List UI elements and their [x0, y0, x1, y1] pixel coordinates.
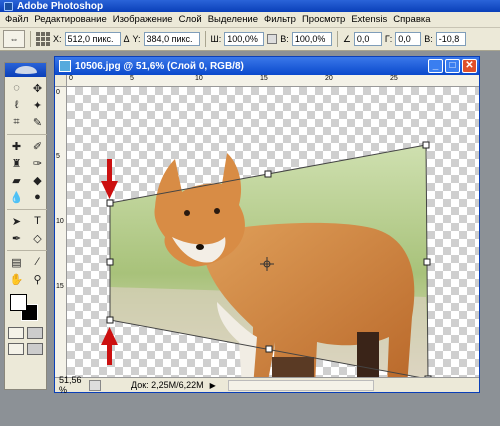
skew-v-label: В: [424, 34, 433, 44]
dodge-tool-icon[interactable]: ● [28, 189, 47, 205]
document-window: 10506.jpg @ 51,6% (Слой 0, RGB/8) _ □ ✕ … [54, 56, 480, 395]
height-label: В: [280, 34, 289, 44]
menu-bar: Файл Редактирование Изображение Слой Выд… [0, 12, 500, 28]
photoshop-feather-icon [14, 66, 37, 74]
divider [7, 131, 47, 135]
ruler-tick-label: 15 [56, 283, 64, 290]
width-label: Ш: [210, 34, 222, 44]
eraser-tool-icon[interactable]: ▰ [7, 172, 26, 188]
zoom-tool-icon[interactable]: ⚲ [28, 271, 47, 287]
ruler-tick-label: 10 [195, 75, 203, 82]
shape-tool-icon[interactable]: ◇ [28, 230, 47, 246]
crop-tool-icon[interactable]: ⌗ [7, 114, 26, 130]
paint-bucket-tool-icon[interactable]: ◆ [28, 172, 47, 188]
menu-image[interactable]: Изображение [110, 14, 176, 25]
divider [204, 31, 206, 47]
minimize-button[interactable]: _ [428, 59, 443, 73]
options-bar: ⇔ X: 512,0 пикс. Δ Y: 384,0 пикс. Ш: 100… [0, 28, 500, 51]
document-icon [59, 60, 71, 72]
clone-stamp-tool-icon[interactable]: ♜ [7, 155, 26, 171]
ruler-tick-label: 5 [130, 75, 134, 82]
standard-mode-button[interactable] [8, 327, 24, 339]
ruler-tick-label: 20 [325, 75, 333, 82]
notes-tool-icon[interactable]: ▤ [7, 254, 26, 270]
color-swatches [7, 291, 44, 323]
navigator-button[interactable] [89, 379, 101, 391]
menu-select[interactable]: Выделение [205, 14, 261, 25]
toolbox-panel: ◌ ✥ ℓ ✦ ⌗ ✎ ✚ ✐ ♜ ✑ ▰ ◆ 💧 ● ➤ T ✒ ◇ ▤ ⁄ … [4, 62, 47, 390]
foreground-color-swatch[interactable] [10, 294, 27, 311]
marquee-tool-icon[interactable]: ◌ [7, 80, 26, 96]
ruler-corner[interactable] [55, 75, 67, 87]
x-position-input[interactable]: 512,0 пикс. [64, 32, 121, 46]
blur-tool-icon[interactable]: 💧 [7, 189, 26, 205]
divider [336, 31, 338, 47]
skew-vertical-input[interactable]: -10,8 [435, 32, 466, 46]
menu-edit[interactable]: Редактирование [31, 14, 109, 25]
rotate-angle-input[interactable]: 0,0 [353, 32, 382, 46]
document-title: 10506.jpg @ 51,6% (Слой 0, RGB/8) [75, 60, 244, 72]
eyedropper-tool-icon[interactable]: ⁄ [28, 254, 47, 270]
maximize-button[interactable]: □ [445, 59, 460, 73]
height-scale-input[interactable]: 100,0% [291, 32, 332, 46]
vertical-ruler[interactable]: 0 5 10 15 [55, 87, 67, 377]
quick-mask-mode-button[interactable] [27, 327, 43, 339]
divider [7, 247, 47, 251]
toolbox-header[interactable] [5, 63, 46, 77]
rotate-angle-icon: ∠ [342, 33, 351, 44]
document-size: Док: 2,25М/6,22М [131, 380, 204, 390]
photoshop-logo-icon [4, 1, 13, 11]
ruler-tick-label: 0 [69, 75, 73, 82]
type-tool-icon[interactable]: T [28, 213, 47, 229]
delta-icon[interactable]: Δ [124, 34, 130, 44]
screen-mode-full-button[interactable] [27, 343, 43, 355]
link-icon[interactable] [267, 34, 278, 44]
y-label: Y: [132, 34, 141, 44]
document-titlebar[interactable]: 10506.jpg @ 51,6% (Слой 0, RGB/8) _ □ ✕ [55, 57, 479, 75]
skew-h-label: Г: [384, 34, 393, 44]
ruler-tick-label: 10 [56, 218, 64, 225]
width-scale-input[interactable]: 100,0% [224, 32, 265, 46]
divider [7, 206, 47, 210]
menu-layer[interactable]: Слой [176, 14, 205, 25]
pen-tool-icon[interactable]: ✒ [7, 230, 26, 246]
divider [30, 31, 31, 47]
x-label: X: [53, 34, 62, 44]
ruler-tick-label: 15 [260, 75, 268, 82]
menu-filter[interactable]: Фильтр [261, 14, 299, 25]
app-title: Adobe Photoshop [17, 0, 104, 12]
horizontal-ruler[interactable]: 0 5 10 15 20 25 [67, 75, 479, 87]
ruler-tick-label: 5 [56, 153, 60, 160]
healing-brush-tool-icon[interactable]: ✚ [7, 138, 26, 154]
menu-file[interactable]: Файл [0, 14, 31, 25]
move-tool-icon[interactable]: ✥ [28, 80, 47, 96]
menu-extensis[interactable]: Extensis [348, 14, 390, 25]
app-titlebar: Adobe Photoshop [0, 0, 500, 12]
canvas-artwork [101, 141, 432, 377]
magic-wand-tool-icon[interactable]: ✦ [28, 97, 47, 113]
y-position-input[interactable]: 384,0 пикс. [143, 32, 200, 46]
lasso-tool-icon[interactable]: ℓ [7, 97, 26, 113]
path-selection-tool-icon[interactable]: ➤ [7, 213, 26, 229]
red-arrow-down-icon [101, 159, 118, 199]
screen-mode-standard-button[interactable] [8, 343, 24, 355]
red-arrow-up-icon [101, 327, 118, 365]
hand-tool-icon[interactable]: ✋ [7, 271, 26, 287]
close-button[interactable]: ✕ [462, 59, 477, 73]
ruler-tick-label: 25 [390, 75, 398, 82]
status-menu-arrow-icon[interactable]: ▶ [210, 381, 216, 390]
brush-tool-icon[interactable]: ✐ [28, 138, 47, 154]
zoom-level[interactable]: 51,56 % [55, 375, 89, 395]
document-canvas[interactable] [67, 87, 479, 377]
reference-point-icon[interactable] [36, 32, 50, 46]
horizontal-scrollbar[interactable] [227, 379, 374, 391]
menu-help[interactable]: Справка [390, 14, 433, 25]
ruler-tick-label: 0 [56, 89, 60, 96]
transform-tool-preset-icon[interactable]: ⇔ [3, 30, 25, 48]
slice-tool-icon[interactable]: ✎ [28, 114, 47, 130]
skew-horizontal-input[interactable]: 0,0 [395, 32, 422, 46]
menu-view[interactable]: Просмотр [299, 14, 348, 25]
history-brush-tool-icon[interactable]: ✑ [28, 155, 47, 171]
status-bar: 51,56 % Док: 2,25М/6,22М ▶ [55, 375, 479, 395]
